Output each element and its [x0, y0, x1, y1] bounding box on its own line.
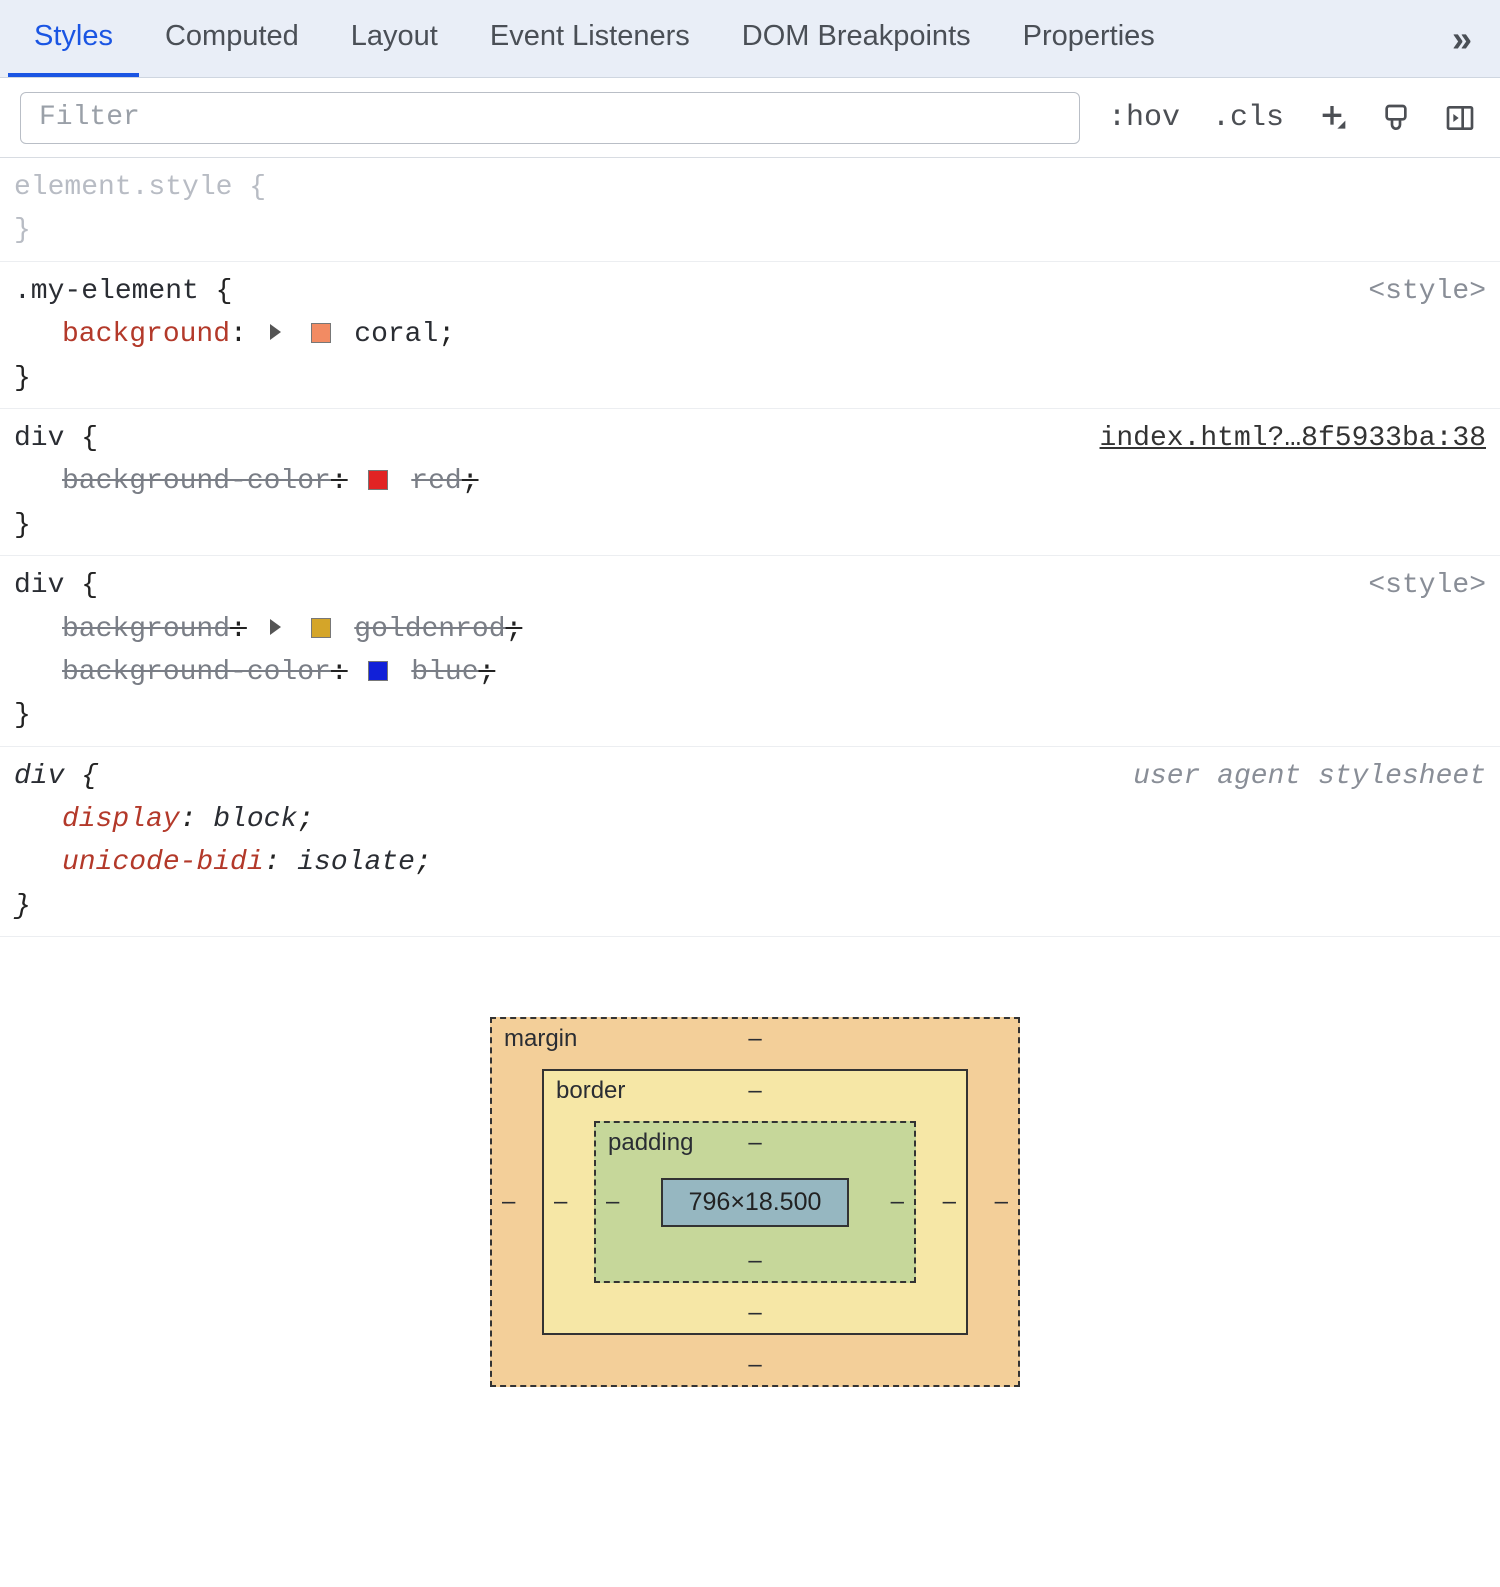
declaration[interactable]: background-color: blue;: [14, 651, 1486, 694]
styles-toolbar: :hov .cls: [0, 78, 1500, 158]
declaration[interactable]: background: goldenrod;: [14, 608, 1486, 651]
new-style-rule-icon[interactable]: [1312, 98, 1352, 138]
property-value: isolate: [297, 847, 415, 878]
property-name[interactable]: background-color: [62, 657, 331, 688]
expand-shorthand-icon[interactable]: [270, 324, 281, 340]
border-left[interactable]: –: [554, 1188, 567, 1216]
margin-top[interactable]: –: [748, 1025, 761, 1053]
property-value[interactable]: goldenrod: [354, 614, 505, 645]
rule-div-red[interactable]: index.html?…8f5933ba:38 div { background…: [0, 409, 1500, 556]
property-name: unicode-bidi: [62, 847, 264, 878]
rule-user-agent: user agent stylesheet div { display: blo…: [0, 747, 1500, 938]
declaration: display: block;: [14, 798, 1486, 841]
tab-properties[interactable]: Properties: [997, 0, 1181, 77]
rule-selector[interactable]: div: [14, 423, 64, 454]
style-rules: element.style { } <style> .my-element { …: [0, 158, 1500, 937]
tab-computed[interactable]: Computed: [139, 0, 325, 77]
rule-div-goldenrod[interactable]: <style> div { background: goldenrod; bac…: [0, 556, 1500, 747]
color-swatch[interactable]: [368, 470, 388, 490]
property-name: display: [62, 804, 180, 835]
rule-selector[interactable]: .my-element: [14, 276, 199, 307]
toggle-sidebar-icon[interactable]: [1440, 98, 1480, 138]
border-label: border: [556, 1077, 625, 1105]
border-top[interactable]: –: [748, 1077, 761, 1105]
filter-input[interactable]: [20, 92, 1080, 144]
tab-layout[interactable]: Layout: [325, 0, 464, 77]
margin-bottom[interactable]: –: [748, 1351, 761, 1379]
declaration[interactable]: background: coral;: [14, 313, 1486, 356]
padding-top[interactable]: –: [748, 1129, 761, 1157]
rule-selector: div: [14, 761, 64, 792]
margin-label: margin: [504, 1025, 577, 1053]
rule-source-link[interactable]: index.html?…8f5933ba:38: [1100, 417, 1486, 460]
margin-right[interactable]: –: [995, 1188, 1008, 1216]
hov-button[interactable]: :hov: [1104, 101, 1184, 135]
box-model-margin[interactable]: margin – – – – border – – – – padding – …: [490, 1017, 1020, 1387]
rule-source: user agent stylesheet: [1133, 755, 1486, 798]
rule-source: <style>: [1368, 270, 1486, 313]
property-name[interactable]: background: [62, 319, 230, 350]
rule-selector[interactable]: element.style: [14, 172, 232, 203]
rule-my-element[interactable]: <style> .my-element { background: coral;…: [0, 262, 1500, 409]
border-right[interactable]: –: [943, 1188, 956, 1216]
cls-button[interactable]: .cls: [1208, 101, 1288, 135]
tab-styles[interactable]: Styles: [8, 0, 139, 77]
color-swatch[interactable]: [311, 323, 331, 343]
border-bottom[interactable]: –: [748, 1299, 761, 1327]
rule-source: <style>: [1368, 564, 1486, 607]
margin-left[interactable]: –: [502, 1188, 515, 1216]
rule-selector[interactable]: div: [14, 570, 64, 601]
property-value[interactable]: blue: [411, 657, 478, 688]
color-swatch[interactable]: [311, 618, 331, 638]
rule-element-style[interactable]: element.style { }: [0, 158, 1500, 262]
box-model-padding[interactable]: padding – – – – 796×18.500: [594, 1121, 916, 1283]
expand-shorthand-icon[interactable]: [270, 619, 281, 635]
property-value[interactable]: coral: [354, 319, 438, 350]
declaration[interactable]: background-color: red;: [14, 460, 1486, 503]
box-model-content[interactable]: 796×18.500: [661, 1178, 850, 1227]
property-name[interactable]: background: [62, 614, 230, 645]
padding-left[interactable]: –: [606, 1188, 619, 1216]
padding-label: padding: [608, 1129, 693, 1157]
tabs-overflow-icon[interactable]: »: [1432, 18, 1492, 60]
box-model-diagram: margin – – – – border – – – – padding – …: [0, 937, 1500, 1587]
padding-bottom[interactable]: –: [748, 1247, 761, 1275]
tab-dom-breakpoints[interactable]: DOM Breakpoints: [716, 0, 997, 77]
declaration: unicode-bidi: isolate;: [14, 841, 1486, 884]
styles-tabbar: Styles Computed Layout Event Listeners D…: [0, 0, 1500, 78]
paint-bucket-icon[interactable]: [1376, 98, 1416, 138]
property-value[interactable]: red: [411, 466, 461, 497]
box-model-border[interactable]: border – – – – padding – – – – 796×18.50…: [542, 1069, 968, 1335]
property-name[interactable]: background-color: [62, 466, 331, 497]
color-swatch[interactable]: [368, 661, 388, 681]
property-value: block: [213, 804, 297, 835]
padding-right[interactable]: –: [891, 1188, 904, 1216]
tab-event-listeners[interactable]: Event Listeners: [464, 0, 716, 77]
